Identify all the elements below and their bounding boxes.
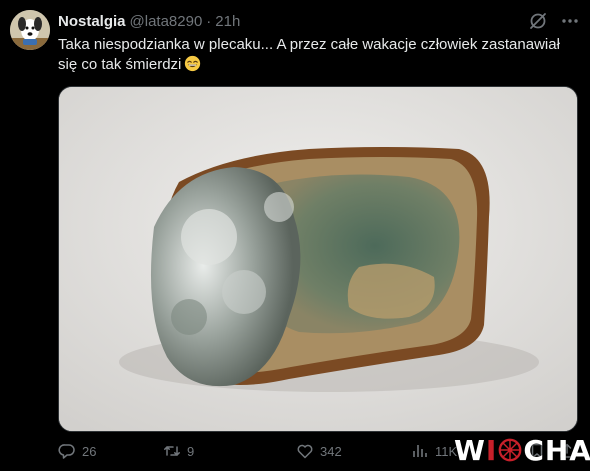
author-name[interactable]: Nostalgia: [58, 13, 126, 30]
tweet: Nostalgia @lata8290 · 21h Taka niespodzi…: [0, 0, 590, 471]
grok-icon[interactable]: [528, 11, 548, 31]
repost-icon: [164, 446, 180, 456]
reply-icon: [58, 444, 75, 459]
wiocha-watermark: WI CHA: [454, 433, 590, 467]
tweet-header: Nostalgia @lata8290 · 21h: [58, 11, 240, 31]
tweet-text-content: Taka niespodzianka w plecaku... A przez …: [58, 36, 560, 73]
watermark-middle: I: [485, 433, 498, 467]
tweet-text: Taka niespodzianka w plecaku... A przez …: [58, 35, 578, 75]
repost-count: 9: [187, 443, 195, 459]
dog-cartoon-avatar-icon: [10, 10, 50, 50]
tweet-photo[interactable]: [58, 86, 578, 432]
wheel-icon: [497, 437, 523, 463]
timestamp[interactable]: 21h: [215, 13, 240, 30]
reply-button[interactable]: 26: [58, 442, 96, 460]
avatar[interactable]: [10, 10, 50, 50]
author-handle[interactable]: @lata8290: [130, 13, 203, 30]
moldy-bread-slice-image: [59, 87, 577, 431]
separator-dot: ·: [206, 12, 212, 30]
like-button[interactable]: 342: [296, 442, 342, 460]
more-icon[interactable]: [560, 11, 580, 31]
grinning-face-icon: [184, 55, 201, 72]
heart-icon: [297, 444, 313, 459]
views-button[interactable]: 11K: [411, 442, 457, 460]
watermark-prefix: W: [454, 433, 486, 467]
reply-count: 26: [82, 443, 97, 459]
views-chart-icon: [413, 445, 427, 457]
like-count: 342: [320, 443, 342, 459]
repost-button[interactable]: 9: [163, 442, 194, 460]
watermark-suffix: CHA: [523, 433, 590, 467]
